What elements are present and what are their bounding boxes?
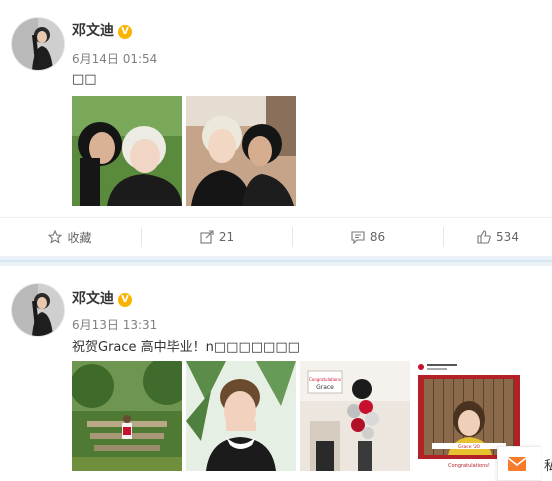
post-text: □□ bbox=[72, 72, 97, 87]
comment-count: 86 bbox=[369, 230, 386, 244]
post-image[interactable] bbox=[72, 361, 182, 471]
post-image[interactable] bbox=[186, 361, 296, 471]
favorite-label: 收藏 bbox=[67, 230, 92, 245]
post-card: 邓文迪 V 6月13日 13:31 祝贺Grace 高中毕业！n□□□□□□□ bbox=[0, 266, 552, 481]
like-button[interactable]: 534 bbox=[444, 218, 552, 256]
verified-badge-icon: V bbox=[118, 25, 132, 39]
star-icon bbox=[48, 230, 63, 244]
post-timestamp[interactable]: 6月14日 01:54 bbox=[72, 50, 157, 67]
post-timestamp[interactable]: 6月13日 13:31 bbox=[72, 316, 157, 333]
message-tab-label: 私 bbox=[544, 459, 552, 474]
post-image[interactable]: Congratulations Grace bbox=[300, 361, 410, 471]
avatar[interactable] bbox=[12, 284, 64, 336]
repost-button[interactable]: 21 bbox=[142, 218, 292, 256]
comment-button[interactable]: 86 bbox=[293, 218, 443, 256]
share-icon bbox=[200, 230, 214, 244]
photo-frame-ribbon: Congratulations! bbox=[448, 463, 490, 469]
verified-badge-icon: V bbox=[118, 293, 132, 307]
thumbs-up-icon bbox=[477, 230, 491, 244]
post-card: 邓文迪 V 6月14日 01:54 □□ 收藏 21 86 534 bbox=[0, 0, 552, 256]
post-text: 祝贺Grace 高中毕业！n□□□□□□□ bbox=[72, 340, 300, 355]
avatar[interactable] bbox=[12, 18, 64, 70]
mail-icon bbox=[508, 456, 526, 471]
like-count: 534 bbox=[496, 230, 519, 244]
author-name[interactable]: 邓文迪 bbox=[72, 290, 114, 308]
repost-count: 21 bbox=[218, 230, 235, 244]
post-actions: 收藏 21 86 534 bbox=[0, 217, 552, 256]
comment-icon bbox=[351, 231, 365, 244]
author-name[interactable]: 邓文迪 bbox=[72, 22, 114, 40]
message-tab[interactable] bbox=[497, 446, 541, 481]
banner-name: Grace bbox=[316, 384, 334, 391]
banner-title: Congratulations bbox=[309, 377, 341, 382]
post-image[interactable] bbox=[186, 96, 296, 206]
favorite-button[interactable]: 收藏 bbox=[0, 218, 140, 256]
post-image[interactable] bbox=[72, 96, 182, 206]
photo-frame-label: Grace '20 bbox=[458, 444, 480, 450]
feed-separator bbox=[0, 256, 552, 266]
